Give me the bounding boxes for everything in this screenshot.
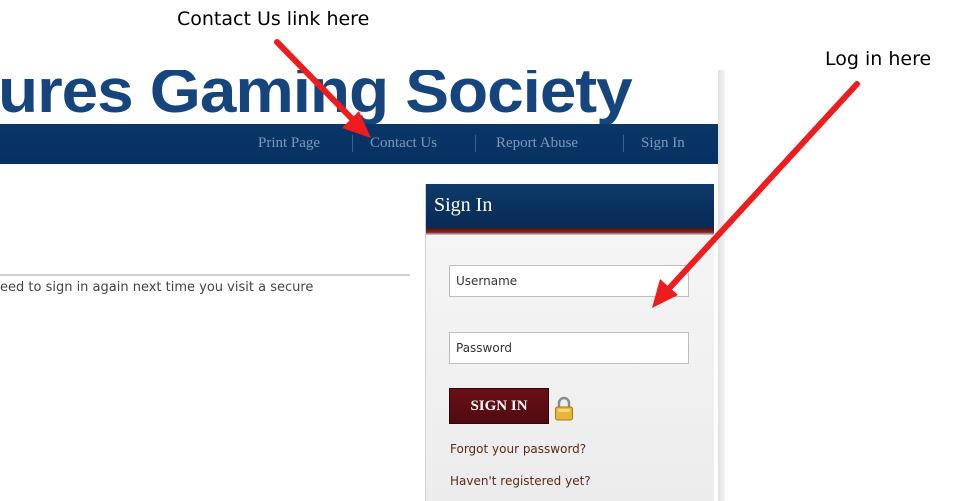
website-screenshot: ures Gaming Society Print Page Contact U… [0,70,725,501]
password-input[interactable]: Password [449,332,689,364]
nav-sign-in[interactable]: Sign In [641,135,685,152]
sign-in-panel: Sign In Username Password SIGN IN Forgot… [425,184,714,501]
nav-separator [623,135,624,152]
annotation-log-in: Log in here [825,48,932,70]
content-divider [0,274,410,276]
nav-separator [475,135,476,152]
nav-separator [352,135,353,152]
register-link[interactable]: Haven't registered yet? [450,474,591,488]
nav-print-page[interactable]: Print Page [258,135,320,152]
nav-report-abuse[interactable]: Report Abuse [496,135,578,152]
sign-in-header-rule [426,228,714,235]
top-nav-bar: Print Page Contact Us Report Abuse Sign … [0,124,718,164]
site-title: ures Gaming Society [0,70,633,126]
page-right-edge [718,70,725,501]
nav-contact-us[interactable]: Contact Us [370,135,437,152]
lock-icon [555,396,573,421]
sign-in-header: Sign In [426,184,714,228]
sign-in-button[interactable]: SIGN IN [449,388,549,424]
content-text: eed to sign in again next time you visit… [0,280,314,295]
username-input[interactable]: Username [449,265,689,297]
annotation-contact-us: Contact Us link here [177,8,370,30]
forgot-password-link[interactable]: Forgot your password? [450,442,586,456]
sign-in-title: Sign In [434,194,493,216]
